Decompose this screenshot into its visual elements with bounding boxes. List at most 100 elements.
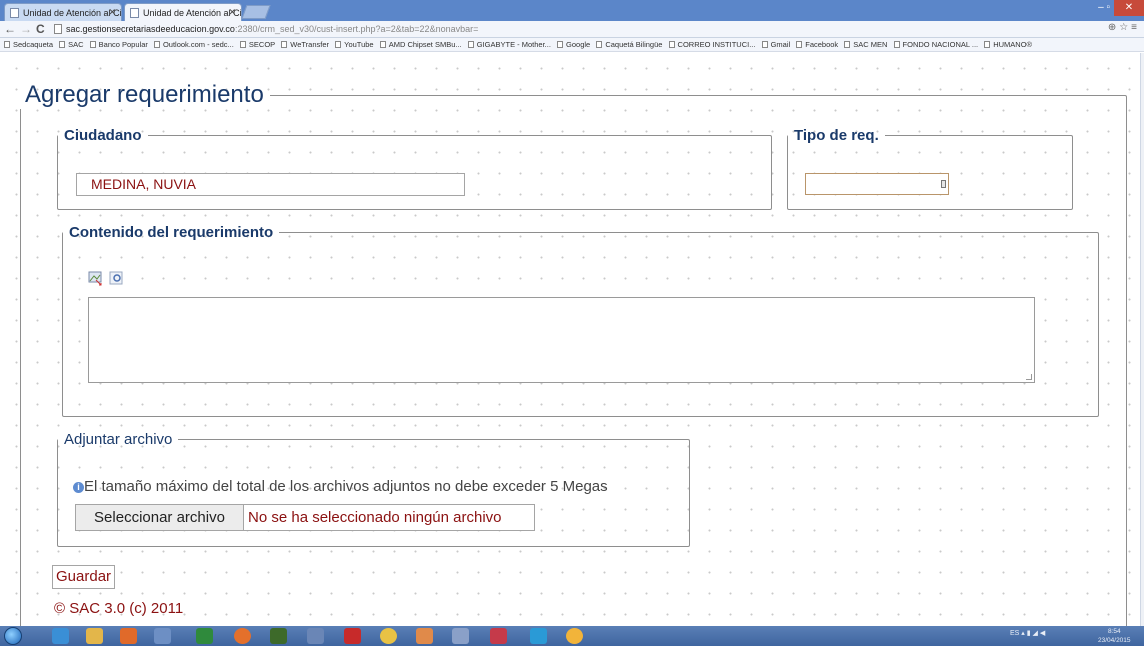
new-tab-button[interactable] [241, 5, 271, 19]
page-icon [89, 41, 96, 48]
insert-link-icon[interactable] [108, 270, 126, 286]
adjuntar-legend: Adjuntar archivo [64, 431, 173, 448]
contenido-legend: Contenido del requerimiento [69, 224, 274, 241]
page-scrollbar[interactable] [1140, 53, 1144, 626]
bookmark-item[interactable]: FONDO NACIONAL ... [893, 38, 978, 51]
page-icon [59, 41, 66, 48]
browser-toolbar: ← → C sac.gestionsecretariasdeeducacion.… [0, 21, 1144, 38]
back-icon[interactable]: ← [4, 22, 16, 36]
file-input[interactable]: Seleccionar archivo No se ha seleccionad… [75, 504, 535, 531]
firefox-icon[interactable] [234, 628, 251, 644]
page-icon [130, 8, 139, 18]
select-file-button[interactable]: Seleccionar archivo [76, 505, 244, 530]
media-player-icon[interactable] [120, 628, 137, 644]
filezilla-icon[interactable] [344, 628, 361, 644]
page-icon [557, 41, 564, 48]
bookmark-item[interactable]: SAC MEN [844, 38, 887, 51]
bookmark-item[interactable]: Banco Popular [89, 38, 148, 51]
page-icon [467, 41, 474, 48]
insert-image-icon[interactable] [87, 270, 105, 286]
clock[interactable]: 8:54 23/04/2015 [1098, 627, 1131, 645]
ciudadano-legend: Ciudadano [64, 127, 142, 144]
page-icon [893, 41, 900, 48]
page-icon [54, 24, 62, 34]
close-icon[interactable]: ✕ [108, 7, 116, 18]
bookmark-item[interactable]: HUMANO® [984, 38, 1032, 51]
reload-icon[interactable]: C [36, 22, 45, 36]
page-icon [239, 41, 246, 48]
forward-icon[interactable]: → [20, 22, 32, 36]
resize-grip-icon[interactable] [1026, 374, 1032, 380]
system-tray[interactable]: ES ▴ ▮ ◢ ◀ [1010, 629, 1045, 637]
address-bar[interactable]: sac.gestionsecretariasdeeducacion.gov.co… [52, 22, 1112, 36]
page-icon [668, 41, 675, 48]
contenido-textarea[interactable] [88, 297, 1035, 383]
page-icon [4, 41, 10, 48]
footer-copyright: © SAC 3.0 (c) 2011 [54, 600, 184, 617]
page-icon [796, 41, 803, 48]
app-icon[interactable] [380, 628, 397, 644]
bookmark-item[interactable]: AMD Chipset SMBu... [379, 38, 462, 51]
bookmark-item[interactable]: CORREO INSTITUCI... [668, 38, 755, 51]
app-icon[interactable] [490, 628, 507, 644]
os-taskbar: ES ▴ ▮ ◢ ◀ 8:54 23/04/2015 [0, 626, 1144, 646]
page-icon [984, 41, 991, 48]
attachment-info: i El tamaño máximo del total de los archi… [73, 478, 608, 495]
ie-icon[interactable] [52, 628, 69, 644]
bookmark-item[interactable]: Google [557, 38, 590, 51]
clock-time: 8:54 [1107, 628, 1121, 635]
dreamweaver-icon[interactable] [270, 628, 287, 644]
ciudadano-fieldset: Ciudadano [57, 127, 772, 210]
bookmark-item[interactable]: SAC [59, 38, 84, 51]
zoom-star-menu-icons[interactable]: ⊕☆≡ [1108, 22, 1140, 33]
save-button[interactable]: Guardar [52, 565, 116, 589]
url-path: :2380/crm_sed_v30/cust-insert.php?a=2&ta… [234, 24, 479, 34]
page-icon [379, 41, 386, 48]
browser-tab-1[interactable]: Unidad de Atención al Ciu ✕ [4, 3, 122, 21]
bookmark-item[interactable]: Outlook.com - sedc... [153, 38, 234, 51]
bookmark-item[interactable]: Facebook [796, 38, 838, 51]
tipo-fieldset: Tipo de req. [787, 127, 1073, 210]
start-button-icon[interactable] [4, 627, 22, 645]
chrome-icon[interactable] [566, 628, 583, 644]
bookmark-item[interactable]: SECOP [239, 38, 275, 51]
url-host: sac.gestionsecretariasdeeducacion.gov.co [66, 24, 235, 34]
folder-icon[interactable] [86, 628, 103, 644]
app-icon[interactable] [154, 628, 171, 644]
window-close-icon[interactable]: ✕ [1114, 0, 1144, 16]
tab-title: Unidad de Atención al Ciu [23, 8, 122, 18]
app-icon[interactable] [307, 628, 324, 644]
browser-tab-2[interactable]: Unidad de Atención al Ciu ✕ [124, 3, 242, 21]
language-indicator: ES [1010, 630, 1020, 637]
app-icon[interactable] [452, 628, 469, 644]
page-icon [596, 41, 603, 48]
clock-date: 23/04/2015 [1098, 637, 1131, 644]
bookmark-item[interactable]: Gmail [761, 38, 790, 51]
skype-icon[interactable] [530, 628, 547, 644]
page-icon [281, 41, 288, 48]
browser-tabstrip: Unidad de Atención al Ciu ✕ Unidad de At… [0, 0, 1144, 21]
page-title: Agregar requerimiento [25, 81, 264, 108]
page-icon [761, 41, 768, 48]
bookmark-item[interactable]: WeTransfer [281, 38, 329, 51]
tipo-select[interactable] [805, 173, 949, 195]
page-icon [335, 41, 342, 48]
ciudadano-input[interactable]: MEDINA, NUVIA [76, 173, 465, 196]
bookmark-item[interactable]: Sedcaqueta [4, 38, 53, 51]
tipo-legend: Tipo de req. [794, 127, 879, 144]
page-icon [153, 41, 160, 48]
window-controls-icon[interactable]: – ▫ [1098, 2, 1110, 13]
app-icon[interactable] [416, 628, 433, 644]
page-icon [844, 41, 851, 48]
info-icon: i [73, 482, 84, 493]
excel-icon[interactable] [196, 628, 213, 644]
bookmark-item[interactable]: YouTube [335, 38, 374, 51]
attachment-info-text: El tamaño máximo del total de los archiv… [84, 478, 608, 495]
page-content: Agregar requerimiento Ciudadano MEDINA, … [0, 53, 1140, 626]
tab-title: Unidad de Atención al Ciu [143, 8, 242, 18]
bookmark-item[interactable]: Caquetá Bilingüe [596, 38, 662, 51]
close-icon[interactable]: ✕ [228, 7, 236, 18]
dropdown-arrow-icon [941, 180, 946, 188]
bookmark-item[interactable]: GIGABYTE - Mother... [467, 38, 551, 51]
file-status: No se ha seleccionado ningún archivo [248, 509, 502, 526]
